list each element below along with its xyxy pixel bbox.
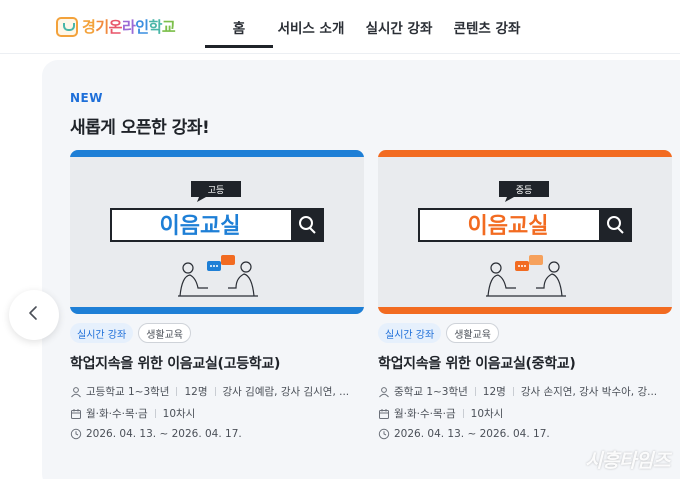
- logo-letter: 학: [148, 18, 163, 36]
- thumb-level-label: 중등: [516, 185, 533, 196]
- audience-text: 고등학교 1~3학년: [86, 386, 170, 398]
- divider: [474, 387, 476, 396]
- divider: [512, 387, 514, 396]
- thumbnail-illustration: 중등 이음교실: [418, 181, 632, 297]
- nav-home[interactable]: 홈: [205, 0, 273, 54]
- period-text: 2026. 04. 13. ~ 2026. 04. 17.: [394, 428, 550, 440]
- tag-live-course: 실시간 강좌: [70, 323, 134, 343]
- days-text: 월·화·수·목·금: [394, 408, 456, 420]
- nav-content-courses[interactable]: 콘텐츠 강좌: [443, 0, 531, 54]
- logo-letter: 온: [108, 18, 123, 36]
- site-logo[interactable]: 경기온라인학교: [56, 16, 176, 37]
- logo-icon: [56, 16, 78, 37]
- main-nav: 홈 서비스 소개 실시간 강좌 콘텐츠 강좌: [205, 0, 531, 54]
- course-title[interactable]: 학업지속을 위한 이음교실(고등학교): [70, 353, 280, 373]
- tag-live-course: 실시간 강좌: [378, 323, 442, 343]
- logo-letter: 교: [161, 18, 176, 36]
- course-meta-audience: 고등학교 1~3학년 12명 강사 김예람, 강사 김시연, ...: [70, 384, 349, 399]
- nav-content-courses-label: 콘텐츠 강좌: [453, 21, 521, 37]
- sessions-text: 10차시: [162, 408, 196, 420]
- course-card[interactable]: 중등 이음교실 실시간 강좌 생활교육 학업지속을 위한 이음교실(중학교) 중…: [378, 150, 672, 440]
- divider: [214, 387, 216, 396]
- course-tags: 실시간 강좌 생활교육: [70, 323, 191, 343]
- logo-letter: 경: [82, 18, 96, 36]
- thumb-banner-text: 이음교실: [160, 214, 241, 239]
- nav-live-courses[interactable]: 실시간 강좌: [355, 0, 443, 54]
- divider: [462, 409, 464, 418]
- audience-text: 중학교 1~3학년: [394, 386, 468, 398]
- new-badge: NEW: [70, 91, 103, 105]
- carousel-prev-button[interactable]: [9, 290, 59, 340]
- days-text: 월·화·수·목·금: [86, 408, 148, 420]
- course-thumbnail[interactable]: 중등 이음교실: [378, 150, 672, 314]
- tag-category: 생활교육: [446, 323, 499, 343]
- logo-letter: 라: [121, 18, 136, 36]
- tag-category: 생활교육: [138, 323, 191, 343]
- course-title[interactable]: 학업지속을 위한 이음교실(중학교): [378, 353, 576, 373]
- thumb-level-label: 고등: [208, 185, 225, 196]
- logo-text: 경기온라인학교: [82, 16, 176, 37]
- teachers-text: 강사 손지연, 강사 박수아, 강...: [520, 386, 658, 398]
- period-text: 2026. 04. 13. ~ 2026. 04. 17.: [86, 428, 242, 440]
- watermark: 시흥타임즈: [585, 450, 670, 472]
- course-meta-schedule: 월·화·수·목·금 10차시: [70, 406, 195, 421]
- nav-service-intro-label: 서비스 소개: [277, 21, 345, 37]
- course-thumbnail[interactable]: 고등 이음교실: [70, 150, 364, 314]
- course-tags: 실시간 강좌 생활교육: [378, 323, 499, 343]
- calendar-icon: [70, 408, 82, 420]
- capacity-text: 12명: [184, 386, 208, 398]
- clock-icon: [378, 428, 390, 440]
- logo-letter: 기: [95, 18, 109, 36]
- course-meta-schedule: 월·화·수·목·금 10차시: [378, 406, 503, 421]
- chevron-left-icon: [27, 305, 41, 325]
- sessions-text: 10차시: [470, 408, 504, 420]
- nav-live-courses-label: 실시간 강좌: [365, 21, 433, 37]
- thumbnail-illustration: 고등 이음교실: [110, 181, 324, 297]
- capacity-text: 12명: [482, 386, 506, 398]
- teachers-text: 강사 김예람, 강사 김시연, ...: [222, 386, 350, 398]
- calendar-icon: [378, 408, 390, 420]
- course-card[interactable]: 고등 이음교실 실시간 강좌 생활교육 학업지속을 위한 이음교실(고등학교): [70, 150, 364, 440]
- course-meta-period: 2026. 04. 13. ~ 2026. 04. 17.: [378, 428, 550, 440]
- course-meta-period: 2026. 04. 13. ~ 2026. 04. 17.: [70, 428, 242, 440]
- section-title: 새롭게 오픈한 강좌!: [70, 118, 210, 138]
- clock-icon: [70, 428, 82, 440]
- divider: [176, 387, 178, 396]
- person-icon: [70, 386, 82, 398]
- thumb-banner-text: 이음교실: [468, 214, 549, 239]
- nav-home-label: 홈: [232, 21, 246, 37]
- person-icon: [378, 386, 390, 398]
- divider: [154, 409, 156, 418]
- top-header: 경기온라인학교 홈 서비스 소개 실시간 강좌 콘텐츠 강좌: [0, 0, 680, 54]
- nav-service-intro[interactable]: 서비스 소개: [267, 0, 355, 54]
- course-meta-audience: 중학교 1~3학년 12명 강사 손지연, 강사 박수아, 강...: [378, 384, 657, 399]
- logo-letter: 인: [135, 18, 149, 36]
